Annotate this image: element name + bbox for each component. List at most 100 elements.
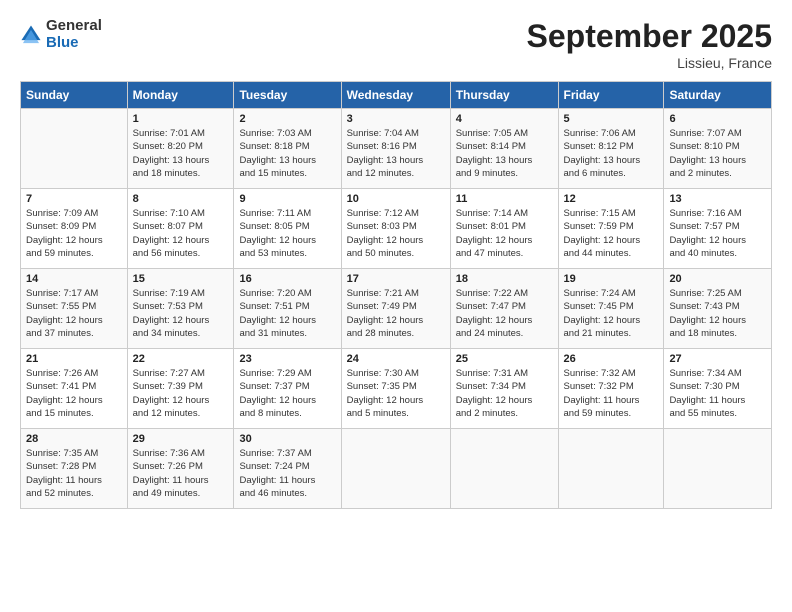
calendar-cell: 18 Sunrise: 7:22 AM Sunset: 7:47 PM Dayli…	[450, 269, 558, 349]
calendar-cell: 12 Sunrise: 7:15 AM Sunset: 7:59 PM Dayli…	[558, 189, 664, 269]
calendar-cell: 19 Sunrise: 7:24 AM Sunset: 7:45 PM Dayli…	[558, 269, 664, 349]
day-header-wednesday: Wednesday	[341, 82, 450, 109]
day-info: Sunrise: 7:05 AM Sunset: 8:14 PM Dayligh…	[456, 127, 553, 180]
day-number: 25	[456, 353, 553, 365]
header: General Blue September 2025 Lissieu, Fra…	[20, 18, 772, 71]
day-info: Sunrise: 7:24 AM Sunset: 7:45 PM Dayligh…	[564, 287, 659, 340]
calendar-cell: 20 Sunrise: 7:25 AM Sunset: 7:43 PM Dayli…	[664, 269, 772, 349]
day-header-sunday: Sunday	[21, 82, 128, 109]
day-info: Sunrise: 7:29 AM Sunset: 7:37 PM Dayligh…	[239, 367, 335, 420]
calendar-cell: 1 Sunrise: 7:01 AM Sunset: 8:20 PM Daylig…	[127, 109, 234, 189]
calendar-cell: 7 Sunrise: 7:09 AM Sunset: 8:09 PM Daylig…	[21, 189, 128, 269]
week-row-1: 1 Sunrise: 7:01 AM Sunset: 8:20 PM Daylig…	[21, 109, 772, 189]
day-info: Sunrise: 7:36 AM Sunset: 7:26 PM Dayligh…	[133, 447, 229, 500]
month-title: September 2025	[527, 18, 772, 55]
day-info: Sunrise: 7:20 AM Sunset: 7:51 PM Dayligh…	[239, 287, 335, 340]
day-info: Sunrise: 7:09 AM Sunset: 8:09 PM Dayligh…	[26, 207, 122, 260]
day-info: Sunrise: 7:15 AM Sunset: 7:59 PM Dayligh…	[564, 207, 659, 260]
day-info: Sunrise: 7:22 AM Sunset: 7:47 PM Dayligh…	[456, 287, 553, 340]
day-info: Sunrise: 7:32 AM Sunset: 7:32 PM Dayligh…	[564, 367, 659, 420]
calendar-cell: 29 Sunrise: 7:36 AM Sunset: 7:26 PM Dayli…	[127, 429, 234, 509]
logo: General Blue	[20, 18, 102, 51]
day-number: 21	[26, 353, 122, 365]
day-number: 4	[456, 113, 553, 125]
day-info: Sunrise: 7:37 AM Sunset: 7:24 PM Dayligh…	[239, 447, 335, 500]
day-number: 1	[133, 113, 229, 125]
calendar-cell: 10Sunrise: 7:12 AM Sunset: 8:03 PM Dayli…	[341, 189, 450, 269]
day-number: 26	[564, 353, 659, 365]
calendar-cell: 2Sunrise: 7:03 AM Sunset: 8:18 PM Daylig…	[234, 109, 341, 189]
day-info: Sunrise: 7:31 AM Sunset: 7:34 PM Dayligh…	[456, 367, 553, 420]
logo-blue-text: Blue	[46, 35, 102, 52]
calendar-cell: 8 Sunrise: 7:10 AM Sunset: 8:07 PM Daylig…	[127, 189, 234, 269]
day-number: 6	[669, 113, 766, 125]
calendar-cell: 27Sunrise: 7:34 AM Sunset: 7:30 PM Dayli…	[664, 349, 772, 429]
day-info: Sunrise: 7:35 AM Sunset: 7:28 PM Dayligh…	[26, 447, 122, 500]
day-number: 13	[669, 193, 766, 205]
day-info: Sunrise: 7:17 AM Sunset: 7:55 PM Dayligh…	[26, 287, 122, 340]
calendar-cell: 17Sunrise: 7:21 AM Sunset: 7:49 PM Dayli…	[341, 269, 450, 349]
day-info: Sunrise: 7:10 AM Sunset: 8:07 PM Dayligh…	[133, 207, 229, 260]
location: Lissieu, France	[527, 55, 772, 71]
day-info: Sunrise: 7:03 AM Sunset: 8:18 PM Dayligh…	[239, 127, 335, 180]
day-info: Sunrise: 7:14 AM Sunset: 8:01 PM Dayligh…	[456, 207, 553, 260]
day-number: 24	[347, 353, 445, 365]
week-row-2: 7 Sunrise: 7:09 AM Sunset: 8:09 PM Daylig…	[21, 189, 772, 269]
day-info: Sunrise: 7:27 AM Sunset: 7:39 PM Dayligh…	[133, 367, 229, 420]
day-info: Sunrise: 7:01 AM Sunset: 8:20 PM Dayligh…	[133, 127, 229, 180]
day-number: 29	[133, 433, 229, 445]
day-number: 20	[669, 273, 766, 285]
calendar-cell: 4 Sunrise: 7:05 AM Sunset: 8:14 PM Daylig…	[450, 109, 558, 189]
calendar-cell: 11 Sunrise: 7:14 AM Sunset: 8:01 PM Dayli…	[450, 189, 558, 269]
calendar-cell	[664, 429, 772, 509]
day-number: 18	[456, 273, 553, 285]
calendar-cell: 30 Sunrise: 7:37 AM Sunset: 7:24 PM Dayli…	[234, 429, 341, 509]
week-row-5: 28 Sunrise: 7:35 AM Sunset: 7:28 PM Dayli…	[21, 429, 772, 509]
day-number: 28	[26, 433, 122, 445]
header-row: SundayMondayTuesdayWednesdayThursdayFrid…	[21, 82, 772, 109]
calendar-cell: 28 Sunrise: 7:35 AM Sunset: 7:28 PM Dayli…	[21, 429, 128, 509]
calendar-cell	[341, 429, 450, 509]
day-number: 14	[26, 273, 122, 285]
day-number: 15	[133, 273, 229, 285]
calendar-cell: 21 Sunrise: 7:26 AM Sunset: 7:41 PM Dayli…	[21, 349, 128, 429]
day-number: 9	[239, 193, 335, 205]
day-info: Sunrise: 7:25 AM Sunset: 7:43 PM Dayligh…	[669, 287, 766, 340]
day-info: Sunrise: 7:21 AM Sunset: 7:49 PM Dayligh…	[347, 287, 445, 340]
day-number: 8	[133, 193, 229, 205]
calendar-cell: 15Sunrise: 7:19 AM Sunset: 7:53 PM Dayli…	[127, 269, 234, 349]
calendar-cell: 24 Sunrise: 7:30 AM Sunset: 7:35 PM Dayli…	[341, 349, 450, 429]
day-header-friday: Friday	[558, 82, 664, 109]
day-info: Sunrise: 7:16 AM Sunset: 7:57 PM Dayligh…	[669, 207, 766, 260]
calendar-table: SundayMondayTuesdayWednesdayThursdayFrid…	[20, 81, 772, 509]
day-number: 11	[456, 193, 553, 205]
day-number: 3	[347, 113, 445, 125]
day-number: 30	[239, 433, 335, 445]
day-number: 22	[133, 353, 229, 365]
day-number: 7	[26, 193, 122, 205]
day-number: 23	[239, 353, 335, 365]
logo-general-text: General	[46, 18, 102, 35]
day-info: Sunrise: 7:11 AM Sunset: 8:05 PM Dayligh…	[239, 207, 335, 260]
calendar-cell: 13 Sunrise: 7:16 AM Sunset: 7:57 PM Dayli…	[664, 189, 772, 269]
day-info: Sunrise: 7:30 AM Sunset: 7:35 PM Dayligh…	[347, 367, 445, 420]
calendar-cell: 9 Sunrise: 7:11 AM Sunset: 8:05 PM Daylig…	[234, 189, 341, 269]
logo-icon	[20, 24, 42, 46]
calendar-cell: 22 Sunrise: 7:27 AM Sunset: 7:39 PM Dayli…	[127, 349, 234, 429]
day-header-tuesday: Tuesday	[234, 82, 341, 109]
day-info: Sunrise: 7:34 AM Sunset: 7:30 PM Dayligh…	[669, 367, 766, 420]
day-number: 5	[564, 113, 659, 125]
week-row-4: 21 Sunrise: 7:26 AM Sunset: 7:41 PM Dayli…	[21, 349, 772, 429]
week-row-3: 14 Sunrise: 7:17 AM Sunset: 7:55 PM Dayli…	[21, 269, 772, 349]
calendar-cell: 25 Sunrise: 7:31 AM Sunset: 7:34 PM Dayli…	[450, 349, 558, 429]
calendar-cell: 3Sunrise: 7:04 AM Sunset: 8:16 PM Daylig…	[341, 109, 450, 189]
calendar-cell	[450, 429, 558, 509]
day-number: 12	[564, 193, 659, 205]
calendar-cell: 16Sunrise: 7:20 AM Sunset: 7:51 PM Dayli…	[234, 269, 341, 349]
day-info: Sunrise: 7:06 AM Sunset: 8:12 PM Dayligh…	[564, 127, 659, 180]
calendar-cell: 6Sunrise: 7:07 AM Sunset: 8:10 PM Daylig…	[664, 109, 772, 189]
day-info: Sunrise: 7:26 AM Sunset: 7:41 PM Dayligh…	[26, 367, 122, 420]
day-number: 10	[347, 193, 445, 205]
day-number: 19	[564, 273, 659, 285]
calendar-cell	[21, 109, 128, 189]
